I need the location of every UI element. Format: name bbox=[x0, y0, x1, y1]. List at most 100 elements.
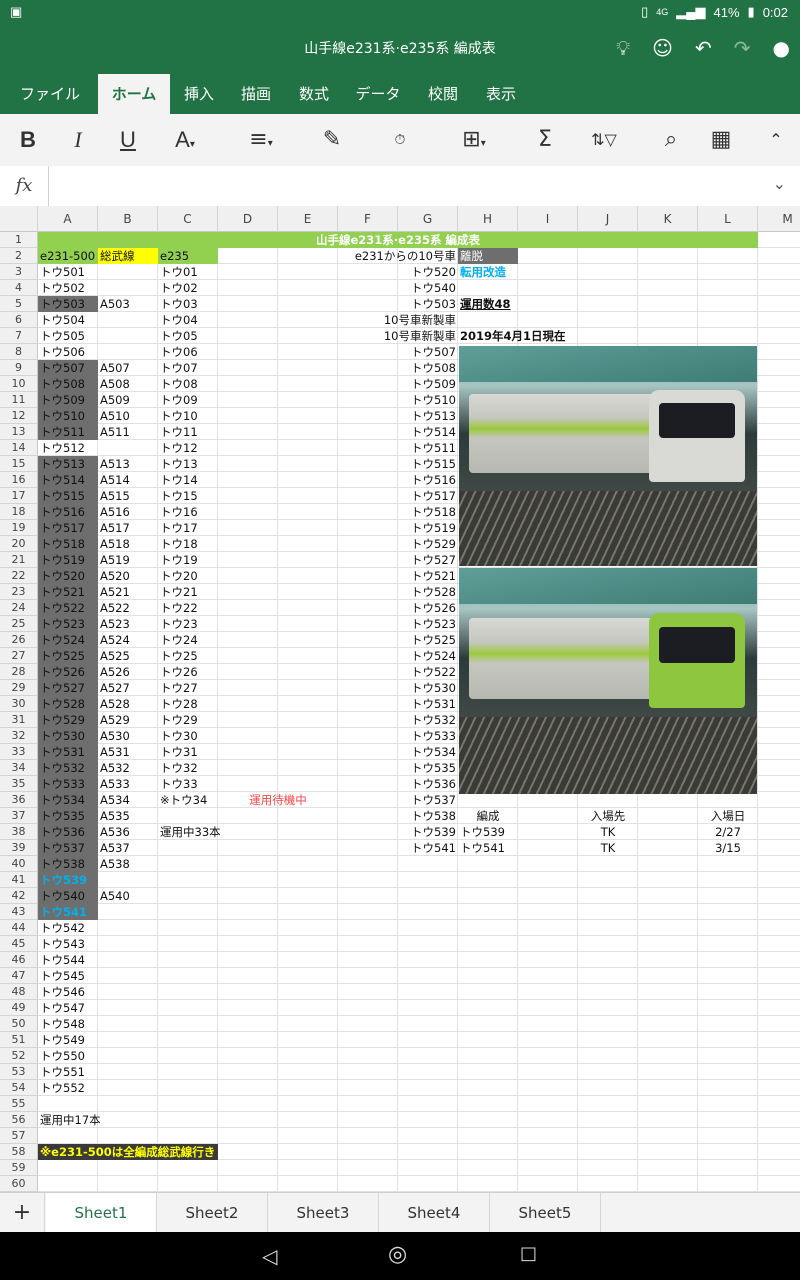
row-header[interactable]: 59 bbox=[0, 1160, 38, 1176]
cell-b[interactable]: A503 bbox=[98, 296, 158, 312]
cell-g[interactable]: トウ539 bbox=[338, 824, 458, 840]
cell-a[interactable]: トウ519 bbox=[38, 552, 98, 568]
cell-g[interactable]: トウ519 bbox=[338, 520, 458, 536]
number-format-icon[interactable]: ⏱123 bbox=[384, 122, 416, 184]
row-header[interactable]: 44 bbox=[0, 920, 38, 936]
row-header[interactable]: 58 bbox=[0, 1144, 38, 1160]
cell-a[interactable]: トウ509 bbox=[38, 392, 98, 408]
table-cell[interactable]: TK bbox=[578, 824, 638, 840]
lightbulb-icon[interactable]: 💡︎ bbox=[616, 36, 630, 60]
cell-a[interactable]: トウ547 bbox=[38, 1000, 98, 1016]
row-header[interactable]: 46 bbox=[0, 952, 38, 968]
table-cell[interactable]: TK bbox=[578, 840, 638, 856]
row-header[interactable]: 32 bbox=[0, 728, 38, 744]
row-header[interactable]: 37 bbox=[0, 808, 38, 824]
cell-a[interactable]: トウ550 bbox=[38, 1048, 98, 1064]
cell-a[interactable]: トウ529 bbox=[38, 712, 98, 728]
cell-c[interactable]: トウ13 bbox=[158, 456, 218, 472]
cell-a[interactable]: トウ537 bbox=[38, 840, 98, 856]
cell-b[interactable]: A531 bbox=[98, 744, 158, 760]
summary-cell[interactable]: 運用中17本 bbox=[38, 1112, 158, 1128]
cell-c[interactable]: トウ33 bbox=[158, 776, 218, 792]
row-header[interactable]: 35 bbox=[0, 776, 38, 792]
cell-a[interactable]: トウ512 bbox=[38, 440, 98, 456]
column-header-l[interactable]: L bbox=[698, 206, 758, 232]
row-header[interactable]: 54 bbox=[0, 1080, 38, 1096]
cell-a[interactable]: トウ524 bbox=[38, 632, 98, 648]
column-header-c[interactable]: C bbox=[158, 206, 218, 232]
row-header[interactable]: 1 bbox=[0, 232, 38, 248]
cell-a[interactable]: トウ538 bbox=[38, 856, 98, 872]
row-header[interactable]: 7 bbox=[0, 328, 38, 344]
cell-a[interactable]: トウ549 bbox=[38, 1032, 98, 1048]
cell-a[interactable]: トウ534 bbox=[38, 792, 98, 808]
formula-input[interactable] bbox=[52, 166, 760, 206]
column-header-d[interactable]: D bbox=[218, 206, 278, 232]
tab-draw[interactable]: 描画 bbox=[232, 74, 280, 114]
cell-c[interactable]: トウ02 bbox=[158, 280, 218, 296]
spreadsheet-grid[interactable]: A B C D E F G H I J K L M 1 2 3 4 5 6 7 8 9 10 11 12 13 14 15 16 17 18… bbox=[0, 206, 800, 1192]
cell-a[interactable]: トウ506 bbox=[38, 344, 98, 360]
add-sheet-icon[interactable]: + bbox=[0, 1193, 45, 1233]
footnote-cell[interactable]: ※e231-500は全編成総武線行き bbox=[38, 1144, 218, 1160]
cell-c[interactable]: トウ18 bbox=[158, 536, 218, 552]
cell-a[interactable]: トウ533 bbox=[38, 776, 98, 792]
cell-a[interactable]: トウ501 bbox=[38, 264, 98, 280]
cell-g[interactable]: トウ509 bbox=[338, 376, 458, 392]
row-header[interactable]: 48 bbox=[0, 984, 38, 1000]
cell-g[interactable]: トウ541 bbox=[338, 840, 458, 856]
cell-a[interactable]: トウ536 bbox=[38, 824, 98, 840]
cell-g[interactable]: トウ528 bbox=[338, 584, 458, 600]
row-header[interactable]: 42 bbox=[0, 888, 38, 904]
table-icon[interactable]: ▦ bbox=[706, 122, 736, 158]
cell-a[interactable]: トウ513 bbox=[38, 456, 98, 472]
cell-a[interactable]: トウ515 bbox=[38, 488, 98, 504]
cell-b[interactable]: A507 bbox=[98, 360, 158, 376]
note-cell[interactable]: 転用改造 bbox=[458, 264, 578, 280]
cell-b[interactable]: A518 bbox=[98, 536, 158, 552]
cell-g[interactable]: トウ525 bbox=[338, 632, 458, 648]
cell-b[interactable]: A540 bbox=[98, 888, 158, 904]
cell-c[interactable]: トウ15 bbox=[158, 488, 218, 504]
cell-c[interactable]: トウ30 bbox=[158, 728, 218, 744]
cell-b[interactable]: A528 bbox=[98, 696, 158, 712]
sheet-tab-2[interactable]: Sheet2 bbox=[157, 1193, 268, 1233]
note-cell[interactable]: 運用数48 bbox=[458, 296, 578, 312]
fx-icon[interactable]: fx bbox=[0, 166, 49, 206]
table-cell[interactable]: 3/15 bbox=[698, 840, 758, 856]
header-cell[interactable]: e231-500 bbox=[38, 248, 98, 264]
cell-g[interactable]: トウ524 bbox=[338, 648, 458, 664]
cell-c[interactable]: トウ07 bbox=[158, 360, 218, 376]
cell-b[interactable]: A537 bbox=[98, 840, 158, 856]
cell-c[interactable]: トウ05 bbox=[158, 328, 218, 344]
cell-g[interactable]: トウ536 bbox=[338, 776, 458, 792]
cell-c[interactable]: トウ12 bbox=[158, 440, 218, 456]
cell-b[interactable]: A529 bbox=[98, 712, 158, 728]
cell-a[interactable]: トウ520 bbox=[38, 568, 98, 584]
cell-a[interactable]: トウ532 bbox=[38, 760, 98, 776]
column-header-a[interactable]: A bbox=[38, 206, 98, 232]
cell-g[interactable]: トウ514 bbox=[338, 424, 458, 440]
row-header[interactable]: 5 bbox=[0, 296, 38, 312]
cell-g[interactable]: トウ531 bbox=[338, 696, 458, 712]
row-header[interactable]: 24 bbox=[0, 600, 38, 616]
cell-a[interactable]: トウ552 bbox=[38, 1080, 98, 1096]
cell-b[interactable]: A517 bbox=[98, 520, 158, 536]
date-cell[interactable]: 2019年4月1日現在 bbox=[458, 328, 638, 344]
cell-a[interactable]: トウ516 bbox=[38, 504, 98, 520]
cell-g[interactable]: トウ518 bbox=[338, 504, 458, 520]
cell-g[interactable]: トウ534 bbox=[338, 744, 458, 760]
cell-a[interactable]: トウ525 bbox=[38, 648, 98, 664]
cell-b[interactable]: A513 bbox=[98, 456, 158, 472]
cell-b[interactable]: A509 bbox=[98, 392, 158, 408]
cell-a[interactable]: トウ531 bbox=[38, 744, 98, 760]
cell-g[interactable]: トウ508 bbox=[338, 360, 458, 376]
cell-a[interactable]: トウ545 bbox=[38, 968, 98, 984]
cell-b[interactable]: A515 bbox=[98, 488, 158, 504]
cell-g[interactable]: トウ530 bbox=[338, 680, 458, 696]
table-cell[interactable]: トウ539 bbox=[458, 824, 518, 840]
cell-b[interactable]: A521 bbox=[98, 584, 158, 600]
cell-a[interactable]: トウ542 bbox=[38, 920, 98, 936]
cell-a[interactable]: トウ502 bbox=[38, 280, 98, 296]
row-header[interactable]: 12 bbox=[0, 408, 38, 424]
